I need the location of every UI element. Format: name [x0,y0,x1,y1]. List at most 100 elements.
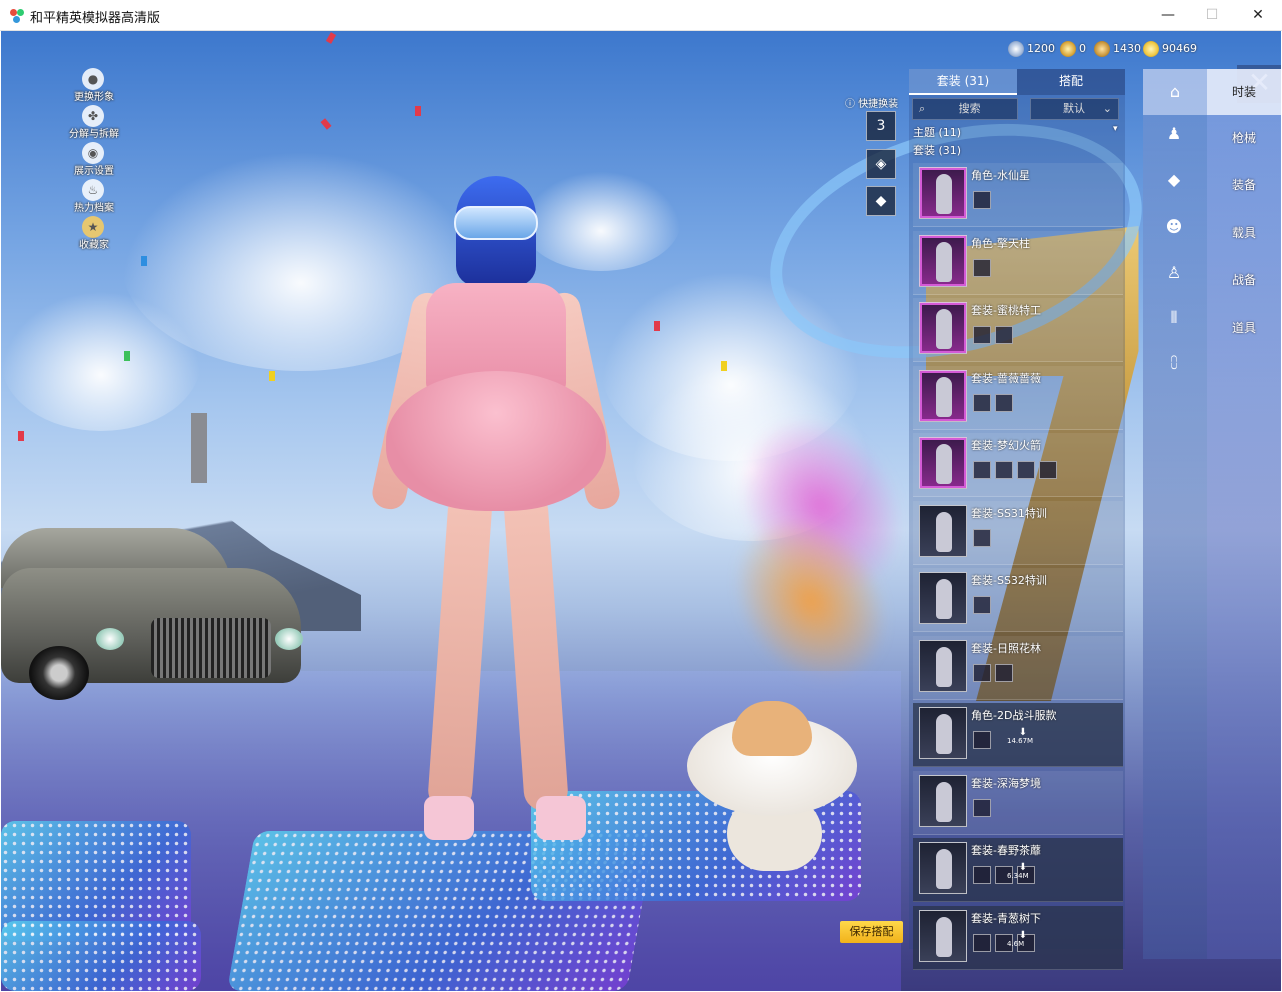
side-item-decompose[interactable]: ✤ 分解与拆解 [62,105,126,142]
tab-outfits[interactable]: 套装 (31) [909,69,1017,95]
side-menu: ● 更换形象 ✤ 分解与拆解 ◉ 展示设置 ♨ 热力档案 ★ 收藏家 [62,68,126,253]
category-equipment[interactable]: 装备 [1207,162,1281,208]
outfit-name: 套装-深海梦境 [971,776,1041,790]
category-items[interactable]: 道具 [1207,305,1281,351]
outfit-item[interactable]: 套装-青葱树下 ⬇ 4.6M [913,905,1123,970]
currency-gold[interactable]: 90469 [1143,41,1197,61]
hanger-icon[interactable]: ⌂ [1143,69,1207,115]
outfit-item[interactable]: 套装-深海梦境 [913,770,1123,835]
outfit-part-icon[interactable] [995,393,1013,412]
outfit-part-icon[interactable] [973,461,991,479]
outfit-part-icon[interactable] [973,528,991,547]
outfit-part-icon[interactable] [973,258,991,277]
shoes-icon[interactable]: ⩇ [1159,349,1189,377]
outfit-item[interactable]: 角色-2D战斗服款 ⬇ 14.67M [913,703,1123,767]
flame-icon: ♨ [82,179,104,201]
minimize-button[interactable]: — [1145,0,1191,31]
outfit-part-icon[interactable] [973,933,991,952]
maximize-button[interactable]: ☐ [1189,0,1235,31]
outfit-item[interactable]: 套装-日照花林 [913,635,1123,700]
character-leg [502,489,570,813]
sort-label: 默认 [1063,102,1085,115]
outfit-item[interactable]: 套装-蜜桃特工 [913,298,1123,362]
outfit-figure [936,579,952,619]
search-input[interactable]: ⌕ 搜索 [912,98,1018,120]
outfit-thumbnail [919,369,967,422]
hamster-pet[interactable] [687,701,857,871]
outfit-part-icon[interactable] [973,393,991,412]
quick-swap-slot-2[interactable]: ◈ [866,149,896,179]
outfit-name: 套装-青葱树下 [971,911,1041,925]
title-bar: 和平精英模拟器高清版 — ☐ ✕ [0,0,1282,31]
cube-icon[interactable]: ◆ [1159,166,1189,194]
currency-bronze[interactable]: 1430 [1094,41,1141,61]
shirt-icon: 3 [876,118,886,134]
currency-gold-ring[interactable]: 0 [1060,41,1086,61]
close-window-button[interactable]: ✕ [1235,0,1281,31]
outfit-figure [936,511,952,552]
currency-value: 90469 [1162,42,1197,55]
side-item-collector[interactable]: ★ 收藏家 [62,216,126,253]
bronze-coin-icon [1094,41,1110,57]
side-item-heat-archive[interactable]: ♨ 热力档案 [62,179,126,216]
category-combat-prep[interactable]: 战备 [1207,257,1281,303]
gear-icon: ✤ [82,105,104,127]
outfit-thumbnail [919,572,967,624]
theme-category[interactable]: 主题 (11) ▾ [913,124,1118,140]
player-character[interactable] [356,171,636,891]
outfit-part-icon[interactable] [995,461,1013,479]
outfit-item[interactable]: 角色-擎天柱 [913,230,1123,295]
gold-coin-icon [1143,41,1159,57]
outfit-item[interactable]: 套装-春野茶蘼 ⬇ 6.34M [913,838,1123,902]
outfit-part-icon[interactable] [1039,461,1057,479]
window-title: 和平精英模拟器高清版 [30,11,161,26]
sort-dropdown[interactable]: 默认 ⌄ [1030,98,1119,120]
category-guns[interactable]: 枪械 [1207,115,1281,161]
outfit-part-icon[interactable] [973,326,991,344]
category-vehicles[interactable]: 载具 [1207,210,1281,256]
light-tile [1,921,201,991]
side-item-change-look[interactable]: ● 更换形象 [62,68,126,105]
outfit-part-icon[interactable] [973,798,991,817]
outfit-item[interactable]: 角色-水仙星 [913,163,1123,227]
outfit-part-icon[interactable] [995,663,1013,682]
download-size: 14.67M [1007,737,1034,745]
person-icon: ● [82,68,104,90]
outfit-part-icon[interactable] [973,663,991,682]
quick-swap-label[interactable]: ⓘ 快捷换装 [845,95,898,110]
tab-match[interactable]: 搭配 [1017,69,1125,95]
quick-swap-slot-3[interactable]: ◆ [866,186,896,216]
save-outfit-button[interactable]: 保存搭配 [840,921,903,943]
outfit-item[interactable]: 套装-蔷薇蔷薇 [913,365,1123,430]
pants-icon[interactable]: ⫴ [1159,304,1189,332]
category-fashion[interactable]: 时装 [1207,69,1281,115]
badge-icon: ★ [82,216,104,238]
outfit-item[interactable]: 套装-梦幻火箭 [913,433,1123,497]
outfit-thumbnail [919,167,967,219]
outfit-name: 角色-水仙星 [971,169,1030,182]
outfit-part-icon[interactable] [995,326,1013,344]
side-item-label: 热力档案 [74,203,114,214]
side-item-display-settings[interactable]: ◉ 展示设置 [62,142,126,179]
outfit-name: 套装-蔷薇蔷薇 [971,371,1041,385]
outfit-item[interactable]: 套装-SS32特训 [913,568,1123,632]
outfit-icon[interactable]: ♙ [1159,259,1189,287]
currency-silver[interactable]: 1200 [1008,41,1055,61]
confetti [320,118,332,130]
character-leg [426,489,494,813]
theme-line-label: 主题 (11) [913,126,962,139]
mannequin-icon[interactable]: ♟ [1159,120,1189,148]
outfit-figure [936,376,952,417]
confetti [415,106,421,116]
outfit-part-icon[interactable] [973,731,991,749]
outfit-name: 套装-SS31特训 [971,506,1047,520]
quick-swap-slot-1[interactable]: 3 [866,111,896,141]
outfit-item[interactable]: 套装-SS31特训 [913,500,1123,565]
outfit-part-icon[interactable] [973,191,991,209]
confetti [325,32,337,44]
outfit-part-icon[interactable] [1017,461,1035,479]
outfit-part-icon[interactable] [973,596,991,614]
mask-icon[interactable]: ☻ [1159,213,1189,241]
outfit-category[interactable]: 套装 (31) [913,142,961,158]
outfit-part-icon[interactable] [973,866,991,884]
